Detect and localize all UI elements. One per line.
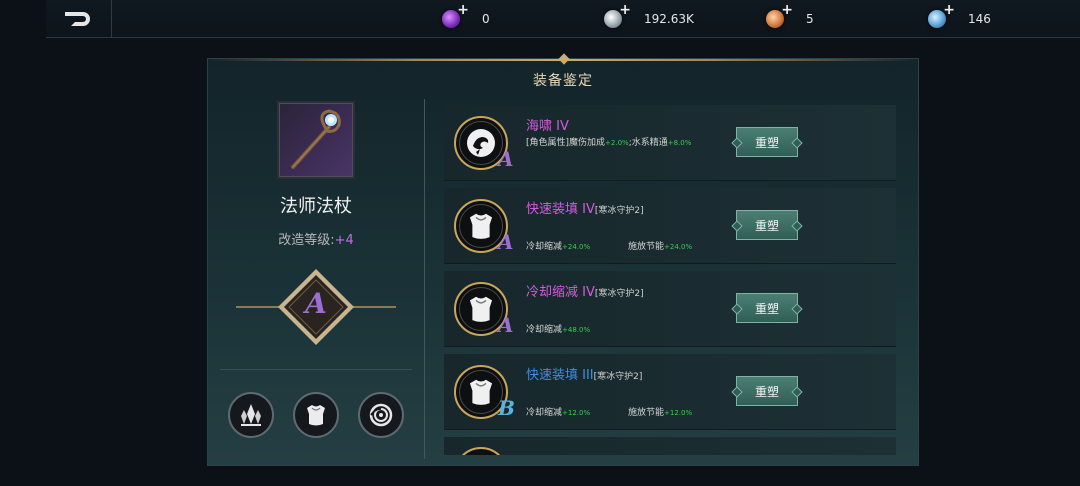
attribute-grade: A: [498, 313, 514, 337]
stat-value: +48.0%: [562, 326, 591, 334]
attribute-grade: A: [498, 147, 514, 171]
attribute-name: 快速装填 IV[寒冰守护2]: [526, 198, 644, 217]
purple-orb-icon: +: [442, 2, 469, 28]
attribute-name-text: 海啸 IV: [526, 119, 569, 134]
attribute-description: [角色属性]魔伤加成+2.0%;水系精通+8.0%: [526, 135, 691, 148]
item-name: 法师法杖: [280, 196, 352, 217]
attribute-name-text: 冷却缩减 IV: [526, 285, 595, 300]
crystal-filter-button[interactable]: [228, 392, 274, 438]
attribute-tag: [寒冰守护2]: [593, 372, 643, 382]
attribute-name: 快速装填 III[寒冰守护2]: [526, 364, 642, 383]
stat-label: 施放节能: [628, 242, 665, 252]
back-button[interactable]: [46, 0, 112, 38]
stat-label: 冷却缩减: [526, 325, 563, 335]
attribute-stat: 施放节能+12.0%: [628, 405, 692, 418]
top-bar: + 0 + 192.63K + 5 + 146: [46, 0, 1080, 38]
desc-value: +8.0%: [667, 139, 692, 147]
currency-value: 0: [482, 12, 490, 26]
level-value: +4: [334, 233, 354, 248]
attribute-stat: 冷却缩减+48.0%: [526, 322, 590, 335]
currency-value: 146: [968, 12, 991, 26]
attribute-row: B 快速装填 III[寒冰守护2] 冷却缩减+12.0% 施放节能+12.0% …: [444, 354, 896, 430]
attribute-emblem: [454, 447, 508, 455]
level-label: 改造等级:: [278, 233, 335, 248]
stat-label: 冷却缩减: [526, 242, 563, 252]
currency-value: 5: [806, 12, 814, 26]
reforge-button[interactable]: 重塑: [736, 293, 798, 323]
attribute-stat: 冷却缩减+24.0%: [526, 239, 590, 252]
staff-icon: [291, 109, 341, 169]
column-divider: [424, 99, 425, 459]
attribute-tag: [寒冰守护2]: [594, 289, 644, 299]
attribute-row: A 冷却缩减 IV[寒冰守护2] 冷却缩减+48.0% 重塑: [444, 271, 896, 347]
grade-letter: A: [305, 287, 327, 320]
armor-emblem-icon: [469, 379, 493, 405]
desc-text: [角色属性]魔伤加成: [526, 138, 606, 148]
attribute-row-partial: [444, 437, 896, 455]
wave-emblem-icon: [467, 129, 495, 157]
reforge-button[interactable]: 重塑: [736, 210, 798, 240]
item-upgrade-level: 改造等级:+4: [208, 229, 424, 248]
currency-copper[interactable]: + 5: [766, 2, 814, 32]
crystal-icon: [241, 404, 261, 426]
blue-crystal-icon: +: [928, 2, 955, 28]
stat-label: 施放节能: [628, 408, 665, 418]
swirl-icon: [369, 403, 393, 427]
currency-purple[interactable]: + 0: [442, 2, 490, 32]
attribute-stat: 冷却缩减+12.0%: [526, 405, 590, 418]
attribute-name-text: 快速装填 III: [526, 368, 594, 383]
attribute-stat: 施放节能+24.0%: [628, 239, 692, 252]
attribute-row: A 海啸 IV [角色属性]魔伤加成+2.0%;水系精通+8.0% 重塑: [444, 105, 896, 181]
item-portrait[interactable]: [277, 101, 355, 179]
armor-icon: [307, 405, 325, 426]
attribute-grade: B: [498, 396, 515, 420]
copper-orb-icon: +: [766, 2, 793, 28]
back-arrow-icon: [64, 12, 90, 26]
armor-filter-button[interactable]: [293, 392, 339, 438]
desc-value: +2.0%: [605, 139, 629, 147]
currency-crystal[interactable]: + 146: [928, 2, 991, 32]
stat-label: 冷却缩减: [526, 408, 563, 418]
reforge-button[interactable]: 重塑: [736, 127, 798, 157]
swirl-filter-button[interactable]: [358, 392, 404, 438]
stat-value: +12.0%: [664, 409, 693, 417]
attribute-list[interactable]: A 海啸 IV [角色属性]魔伤加成+2.0%;水系精通+8.0% 重塑 A 快…: [444, 105, 896, 455]
stat-value: +24.0%: [562, 243, 591, 251]
attribute-name: 冷却缩减 IV[寒冰守护2]: [526, 281, 644, 300]
item-grade-badge: A: [236, 267, 396, 347]
stat-value: +12.0%: [562, 409, 591, 417]
panel-title: 装备鉴定: [533, 73, 593, 89]
armor-emblem-icon: [469, 213, 493, 239]
armor-emblem-icon: [469, 296, 493, 322]
reforge-button[interactable]: 重塑: [736, 376, 798, 406]
stat-value: +24.0%: [664, 243, 693, 251]
currency-value: 192.63K: [644, 12, 694, 26]
attribute-name-text: 快速装填 IV: [526, 202, 595, 217]
desc-text: ;水系精通: [628, 138, 668, 148]
attribute-name: 海啸 IV: [526, 115, 569, 134]
panel-top-gem: [558, 53, 570, 65]
currency-silver[interactable]: + 192.63K: [604, 2, 694, 32]
attribute-row: A 快速装填 IV[寒冰守护2] 冷却缩减+24.0% 施放节能+24.0% 重…: [444, 188, 896, 264]
equipment-appraisal-panel: 装备鉴定 法师法杖 改造等级:+4 A A 海啸 IV [角色属性]魔伤加成+2…: [207, 53, 919, 466]
left-separator: [220, 369, 412, 370]
attribute-grade: A: [498, 230, 514, 254]
attribute-tag: [寒冰守护2]: [594, 206, 644, 216]
silver-coin-icon: +: [604, 2, 631, 28]
